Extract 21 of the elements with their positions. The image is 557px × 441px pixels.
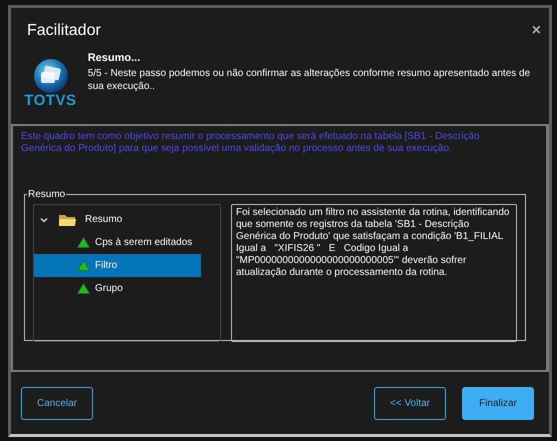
tree-item[interactable]: Filtro (34, 254, 201, 277)
tree-item[interactable]: Resumo (34, 208, 201, 231)
tree-item[interactable]: Grupo (34, 277, 201, 300)
triangle-icon (77, 260, 90, 271)
tree-item[interactable]: Cps à serem editados (34, 231, 201, 254)
logo-icon (33, 58, 70, 94)
summary-text-box: Foi selecionado um filtro no assistente da rotina, identificando que somente os registros da tabela 'SB1 - Descrição Genérica do Produto' que satisfaçam a condição 'B1_FILIAL Igual a "XIFIS26 " E Codigo Igual a "MP0000000000000000000000005"' deverão sofrer atualização durante o processamento da rotina. (231, 204, 517, 342)
cancel-button[interactable]: Cancelar (21, 386, 93, 420)
finish-button[interactable]: Finalizar (462, 386, 534, 420)
window-title: Facilitador (27, 22, 101, 40)
triangle-icon (77, 237, 90, 248)
chevron-icon[interactable] (40, 216, 48, 224)
step-description: 5/5 - Neste passo podemos ou não confirmar as alterações conforme resumo apresentado antes de sua execução.. (88, 68, 532, 93)
logo-text: TOTVS (24, 93, 76, 108)
folder-icon (58, 212, 77, 226)
step-title: Resumo... (88, 52, 142, 64)
close-button[interactable]: × (532, 22, 541, 40)
info-text: Este quadro tem como objetivo resumir o processamento que será efetuado na tabela [SB1 - Descrição Genérica do Produto] para que seja possível uma validação no processo antes de sua execução. (21, 131, 481, 156)
back-button[interactable]: << Voltar (374, 386, 446, 420)
triangle-icon (77, 283, 90, 294)
group-label: Resumo (27, 189, 66, 200)
